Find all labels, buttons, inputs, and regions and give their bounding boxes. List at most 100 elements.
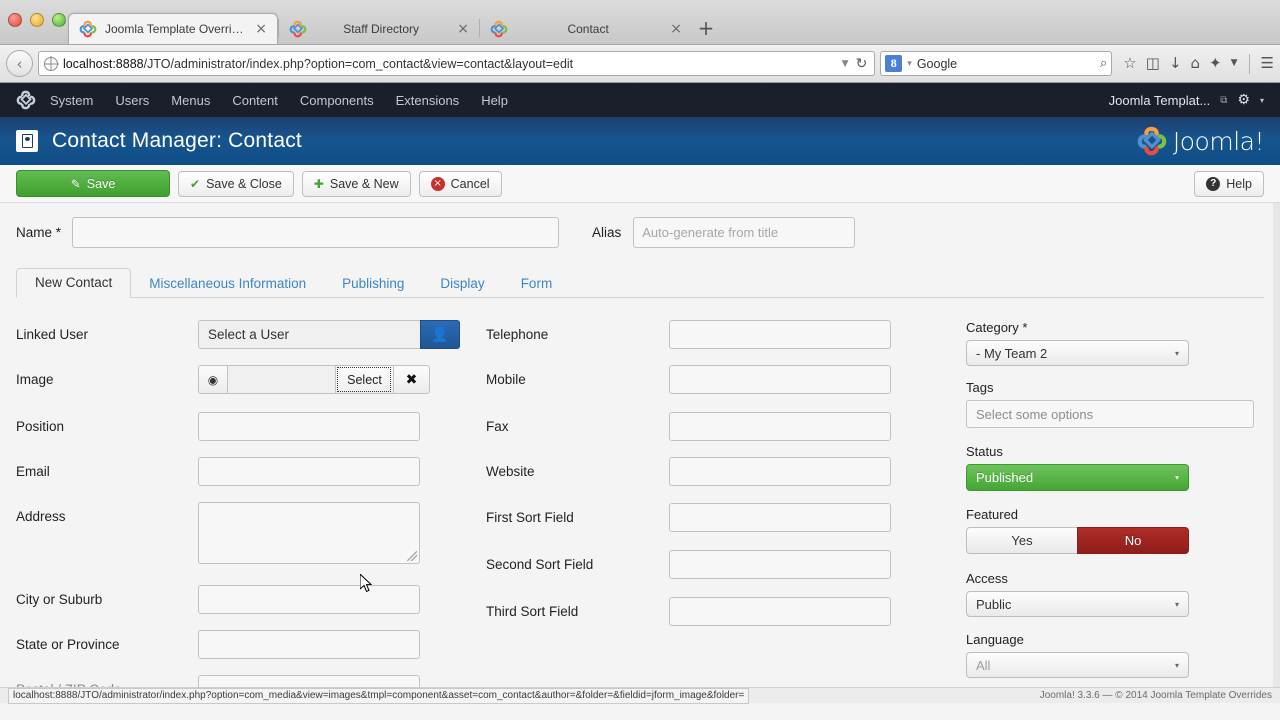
- cancel-button[interactable]: × Cancel: [418, 170, 502, 197]
- back-button[interactable]: ‹: [6, 50, 33, 77]
- field-fax: Fax: [486, 412, 966, 441]
- address-textarea[interactable]: [198, 502, 420, 564]
- city-input[interactable]: [198, 585, 420, 614]
- linked-user-input[interactable]: Select a User: [198, 320, 420, 349]
- first-sort-input[interactable]: [669, 503, 891, 532]
- sync-icon[interactable]: ✦: [1209, 56, 1222, 71]
- state-label: State or Province: [16, 637, 120, 652]
- browser-tab-1[interactable]: Staff Directory ×: [279, 13, 479, 44]
- group-language: Language All ▾: [966, 632, 1264, 678]
- search-icon[interactable]: ⌕: [1100, 56, 1107, 71]
- chevron-down-icon[interactable]: ▼: [842, 59, 849, 69]
- second-sort-input[interactable]: [669, 550, 891, 579]
- browser-tabstrip: Joomla Template Override... × Staff Dire…: [68, 11, 1280, 44]
- admin-menu-item-content[interactable]: Content: [232, 93, 278, 108]
- browser-tab-0[interactable]: Joomla Template Override... ×: [68, 13, 278, 44]
- joomla-logo-icon: [1137, 126, 1167, 156]
- bookmark-star-icon[interactable]: ☆: [1123, 56, 1136, 71]
- reader-list-icon[interactable]: ◫: [1146, 56, 1160, 71]
- tab-new-contact[interactable]: New Contact: [16, 267, 132, 298]
- tab-form[interactable]: Form: [503, 270, 571, 298]
- browser-tab-2[interactable]: Contact ×: [480, 13, 692, 44]
- telephone-label: Telephone: [486, 327, 549, 342]
- state-input[interactable]: [198, 630, 420, 659]
- website-input[interactable]: [669, 457, 891, 486]
- url-host: localhost:8888: [63, 56, 144, 71]
- joomla-icon: [490, 20, 508, 38]
- window-controls[interactable]: [8, 13, 66, 27]
- url-path: /JTO/administrator/index.php?option=com_…: [143, 56, 574, 71]
- zoom-window-button[interactable]: [52, 13, 66, 27]
- overflow-caret-icon[interactable]: ▼: [1231, 59, 1238, 68]
- access-select[interactable]: Public ▾: [966, 591, 1189, 617]
- form-right-column: Category * - My Team 2 ▾ Tags Select som…: [966, 320, 1264, 720]
- tab-display[interactable]: Display: [422, 270, 502, 298]
- form-columns: Linked User Select a User 👤 Image ◉ Sele…: [16, 320, 1264, 720]
- help-icon: ?: [1206, 176, 1221, 191]
- group-category: Category * - My Team 2 ▾: [966, 320, 1264, 366]
- page-scrollbar[interactable]: [1273, 203, 1280, 703]
- group-access: Access Public ▾: [966, 571, 1264, 617]
- user-icon[interactable]: 👤: [420, 320, 460, 349]
- third-sort-input[interactable]: [669, 597, 891, 626]
- reload-icon[interactable]: ↻: [854, 56, 870, 72]
- featured-no-button[interactable]: No: [1077, 527, 1189, 554]
- email-input[interactable]: [198, 457, 420, 486]
- field-city: City or Suburb: [16, 585, 486, 614]
- home-icon[interactable]: ⌂: [1191, 56, 1201, 71]
- search-engine-icon[interactable]: 8: [885, 55, 903, 72]
- close-tab-icon[interactable]: ×: [255, 22, 267, 36]
- featured-yes-button[interactable]: Yes: [966, 527, 1077, 554]
- chevron-down-icon: ▾: [1174, 660, 1179, 670]
- admin-menu-item-menus[interactable]: Menus: [171, 93, 210, 108]
- email-label: Email: [16, 464, 50, 479]
- admin-menu-item-users[interactable]: Users: [115, 93, 149, 108]
- name-input[interactable]: [72, 217, 559, 248]
- site-name-link[interactable]: Joomla Templat...: [1109, 93, 1211, 108]
- image-clear-icon[interactable]: ✖: [393, 365, 430, 394]
- search-bar[interactable]: 8 ▾ Google ⌕: [880, 51, 1113, 76]
- close-tab-icon[interactable]: ×: [457, 22, 469, 36]
- new-tab-button[interactable]: +: [692, 14, 720, 42]
- save-new-button[interactable]: ✚ Save & New: [301, 170, 411, 197]
- gear-icon[interactable]: ⚙: [1237, 92, 1250, 108]
- telephone-input[interactable]: [669, 320, 891, 349]
- search-input[interactable]: Google: [917, 57, 1095, 71]
- tags-input[interactable]: Select some options: [966, 400, 1254, 428]
- fax-input[interactable]: [669, 412, 891, 441]
- save-button[interactable]: ✎ Save: [16, 170, 170, 197]
- second-sort-label: Second Sort Field: [486, 557, 594, 572]
- close-tab-icon[interactable]: ×: [670, 22, 682, 36]
- status-select[interactable]: Published ▾: [966, 464, 1189, 491]
- browser-statusbar: localhost:8888/JTO/administrator/index.p…: [0, 687, 1280, 704]
- close-window-button[interactable]: [8, 13, 22, 27]
- tab-publishing[interactable]: Publishing: [324, 270, 422, 298]
- admin-menu-item-components[interactable]: Components: [300, 93, 374, 108]
- joomla-logo-icon[interactable]: [16, 90, 36, 110]
- mobile-input[interactable]: [669, 365, 891, 394]
- admin-menu-item-help[interactable]: Help: [481, 93, 508, 108]
- browser-tab-title: Staff Directory: [343, 21, 420, 36]
- external-link-icon[interactable]: ⧉: [1220, 95, 1227, 106]
- position-input[interactable]: [198, 412, 420, 441]
- image-select-button[interactable]: Select: [335, 365, 393, 394]
- image-path-input[interactable]: [227, 365, 335, 394]
- language-select[interactable]: All ▾: [966, 652, 1189, 678]
- featured-toggle[interactable]: Yes No: [966, 527, 1189, 554]
- alias-input[interactable]: Auto-generate from title: [633, 217, 856, 248]
- admin-menu-item-extensions[interactable]: Extensions: [396, 93, 460, 108]
- tab-miscellaneous-information[interactable]: Miscellaneous Information: [131, 270, 324, 298]
- save-close-button[interactable]: ✔ Save & Close: [178, 170, 294, 197]
- help-button-label: Help: [1226, 176, 1252, 191]
- name-alias-row: Name * Alias Auto-generate from title: [16, 217, 1264, 248]
- chevron-down-icon[interactable]: ▾: [907, 59, 912, 69]
- minimize-window-button[interactable]: [30, 13, 44, 27]
- category-select[interactable]: - My Team 2 ▾: [966, 340, 1189, 366]
- admin-menu-item-system[interactable]: System: [50, 93, 93, 108]
- address-bar[interactable]: localhost:8888/JTO/administrator/index.p…: [38, 51, 876, 76]
- help-button[interactable]: ? Help: [1194, 170, 1264, 197]
- hamburger-menu-icon[interactable]: ☰: [1261, 56, 1274, 71]
- downloads-icon[interactable]: ↓: [1169, 56, 1182, 71]
- chevron-down-icon[interactable]: ▾: [1260, 96, 1264, 105]
- preview-eye-icon[interactable]: ◉: [198, 365, 227, 394]
